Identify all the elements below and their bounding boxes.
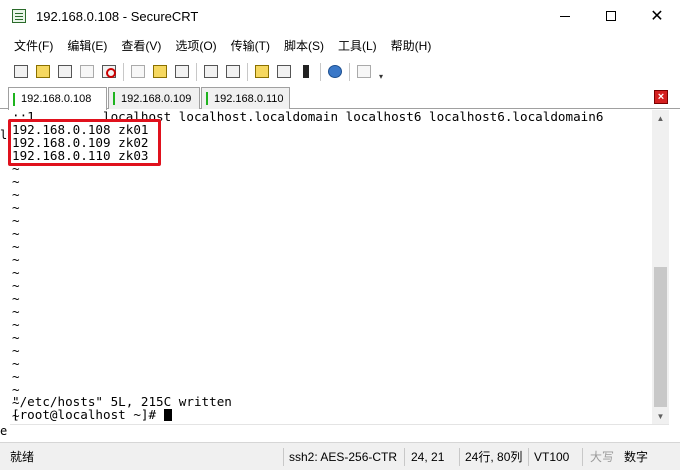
securecrt-app-icon	[12, 9, 26, 23]
sftp-button[interactable]	[355, 63, 373, 81]
terminal-prompt-line: [root@localhost ~]#	[12, 408, 172, 421]
menu-script[interactable]: 脚本(S)	[284, 37, 324, 54]
maximize-button[interactable]	[588, 0, 634, 32]
keymap-button[interactable]	[275, 63, 293, 81]
toolbar-overflow-chevron-icon[interactable]: ▾	[377, 63, 385, 81]
terminal-cursor	[163, 409, 172, 421]
tab-label: 192.168.0.109	[121, 92, 192, 105]
menu-transfer[interactable]: 传输(T)	[231, 37, 270, 54]
menu-bar: 文件(F) 编辑(E) 查看(V) 选项(O) 传输(T) 脚本(S) 工具(L…	[0, 32, 680, 58]
terminal-bottom-border	[10, 424, 669, 441]
reconnect-button[interactable]	[78, 63, 96, 81]
paste-icon	[153, 65, 167, 78]
status-divider	[404, 448, 405, 466]
status-divider	[528, 448, 529, 466]
sftp-icon	[357, 65, 371, 78]
scrollbar-thumb[interactable]	[654, 267, 667, 407]
quick-connect-button[interactable]	[34, 63, 52, 81]
toolbar-divider	[349, 62, 350, 81]
copy-icon	[131, 65, 145, 78]
menu-options[interactable]: 选项(O)	[175, 37, 216, 54]
status-divider	[283, 448, 284, 466]
menu-file[interactable]: 文件(F)	[14, 37, 53, 54]
tab-label: 192.168.0.110	[214, 92, 284, 105]
connect-tab-button[interactable]	[56, 63, 74, 81]
status-bar: 就绪 ssh2: AES-256-CTR 24, 21 24行, 80列 VT1…	[0, 442, 680, 470]
gutter-char-bottom: e	[0, 424, 8, 438]
close-tab-button[interactable]: ×	[654, 90, 668, 104]
status-emulation: VT100	[534, 450, 570, 464]
session-tab-bar: 192.168.0.108 192.168.0.109 192.168.0.11…	[0, 85, 680, 110]
find-button[interactable]	[173, 63, 191, 81]
toolbar-divider	[247, 62, 248, 81]
keymap-icon	[277, 65, 291, 78]
print-setup-icon	[226, 65, 240, 78]
status-divider	[582, 448, 583, 466]
help-icon	[328, 65, 342, 78]
terminal-output[interactable]: ::1 localhost localhost.localdomain loca…	[10, 110, 652, 424]
tab-192-168-0-110[interactable]: 192.168.0.110	[201, 87, 290, 109]
maximize-icon	[606, 11, 616, 21]
status-num-lock: 数字	[624, 450, 649, 464]
copy-button[interactable]	[129, 63, 147, 81]
status-cursor-position: 24, 21	[411, 450, 445, 464]
status-terminal-size: 24行, 80列	[465, 450, 523, 464]
tab-status-marker	[206, 92, 208, 105]
disconnect-button[interactable]	[100, 63, 118, 81]
print-button[interactable]	[202, 63, 220, 81]
keygen-icon	[303, 65, 309, 78]
menu-tools[interactable]: 工具(L)	[338, 37, 377, 54]
connect-tab-icon	[58, 65, 72, 78]
toolbar-divider	[320, 62, 321, 81]
tab-status-marker	[113, 92, 115, 105]
tab-label: 192.168.0.108	[21, 93, 92, 105]
status-ready: 就绪	[10, 450, 35, 464]
toolbar-divider	[196, 62, 197, 81]
tab-192-168-0-108[interactable]: 192.168.0.108	[8, 87, 107, 110]
help-button[interactable]	[326, 63, 344, 81]
tab-status-marker	[13, 92, 15, 106]
status-divider	[459, 448, 460, 466]
tab-192-168-0-109[interactable]: 192.168.0.109	[108, 87, 200, 109]
minimize-button[interactable]	[542, 0, 588, 32]
keygen-button[interactable]	[297, 63, 315, 81]
close-icon: ✕	[650, 8, 664, 25]
left-gutter: l e	[0, 110, 10, 440]
connect-button[interactable]	[12, 63, 30, 81]
paste-button[interactable]	[151, 63, 169, 81]
menu-view[interactable]: 查看(V)	[121, 37, 161, 54]
settings-button[interactable]	[253, 63, 271, 81]
settings-icon	[255, 65, 269, 78]
connect-icon	[14, 65, 28, 78]
find-icon	[175, 65, 189, 78]
toolbar-divider	[123, 62, 124, 81]
status-cipher: ssh2: AES-256-CTR	[289, 450, 398, 464]
gutter-char-top: l	[0, 128, 8, 142]
scroll-down-arrow-icon[interactable]: ▼	[652, 408, 669, 424]
scroll-up-arrow-icon[interactable]: ▲	[652, 110, 669, 126]
print-setup-button[interactable]	[224, 63, 242, 81]
toolbar: ▾	[0, 58, 680, 85]
reconnect-icon	[80, 65, 94, 78]
close-button[interactable]: ✕	[634, 0, 680, 32]
terminal-line: 192.168.0.110 zk03	[12, 148, 149, 163]
menu-help[interactable]: 帮助(H)	[391, 37, 432, 54]
window-controls: ✕	[542, 0, 680, 32]
disconnect-icon	[102, 65, 116, 78]
title-bar: 192.168.0.108 - SecureCRT ✕	[0, 0, 680, 32]
menu-edit[interactable]: 编辑(E)	[67, 37, 107, 54]
quick-connect-icon	[36, 65, 50, 78]
minimize-icon	[560, 15, 570, 17]
print-icon	[204, 65, 218, 78]
window-title: 192.168.0.108 - SecureCRT	[36, 8, 199, 24]
vertical-scrollbar[interactable]: ▲ ▼	[652, 110, 669, 424]
shell-prompt: [root@localhost ~]#	[12, 407, 164, 422]
status-caps-lock: 大写	[590, 450, 615, 464]
